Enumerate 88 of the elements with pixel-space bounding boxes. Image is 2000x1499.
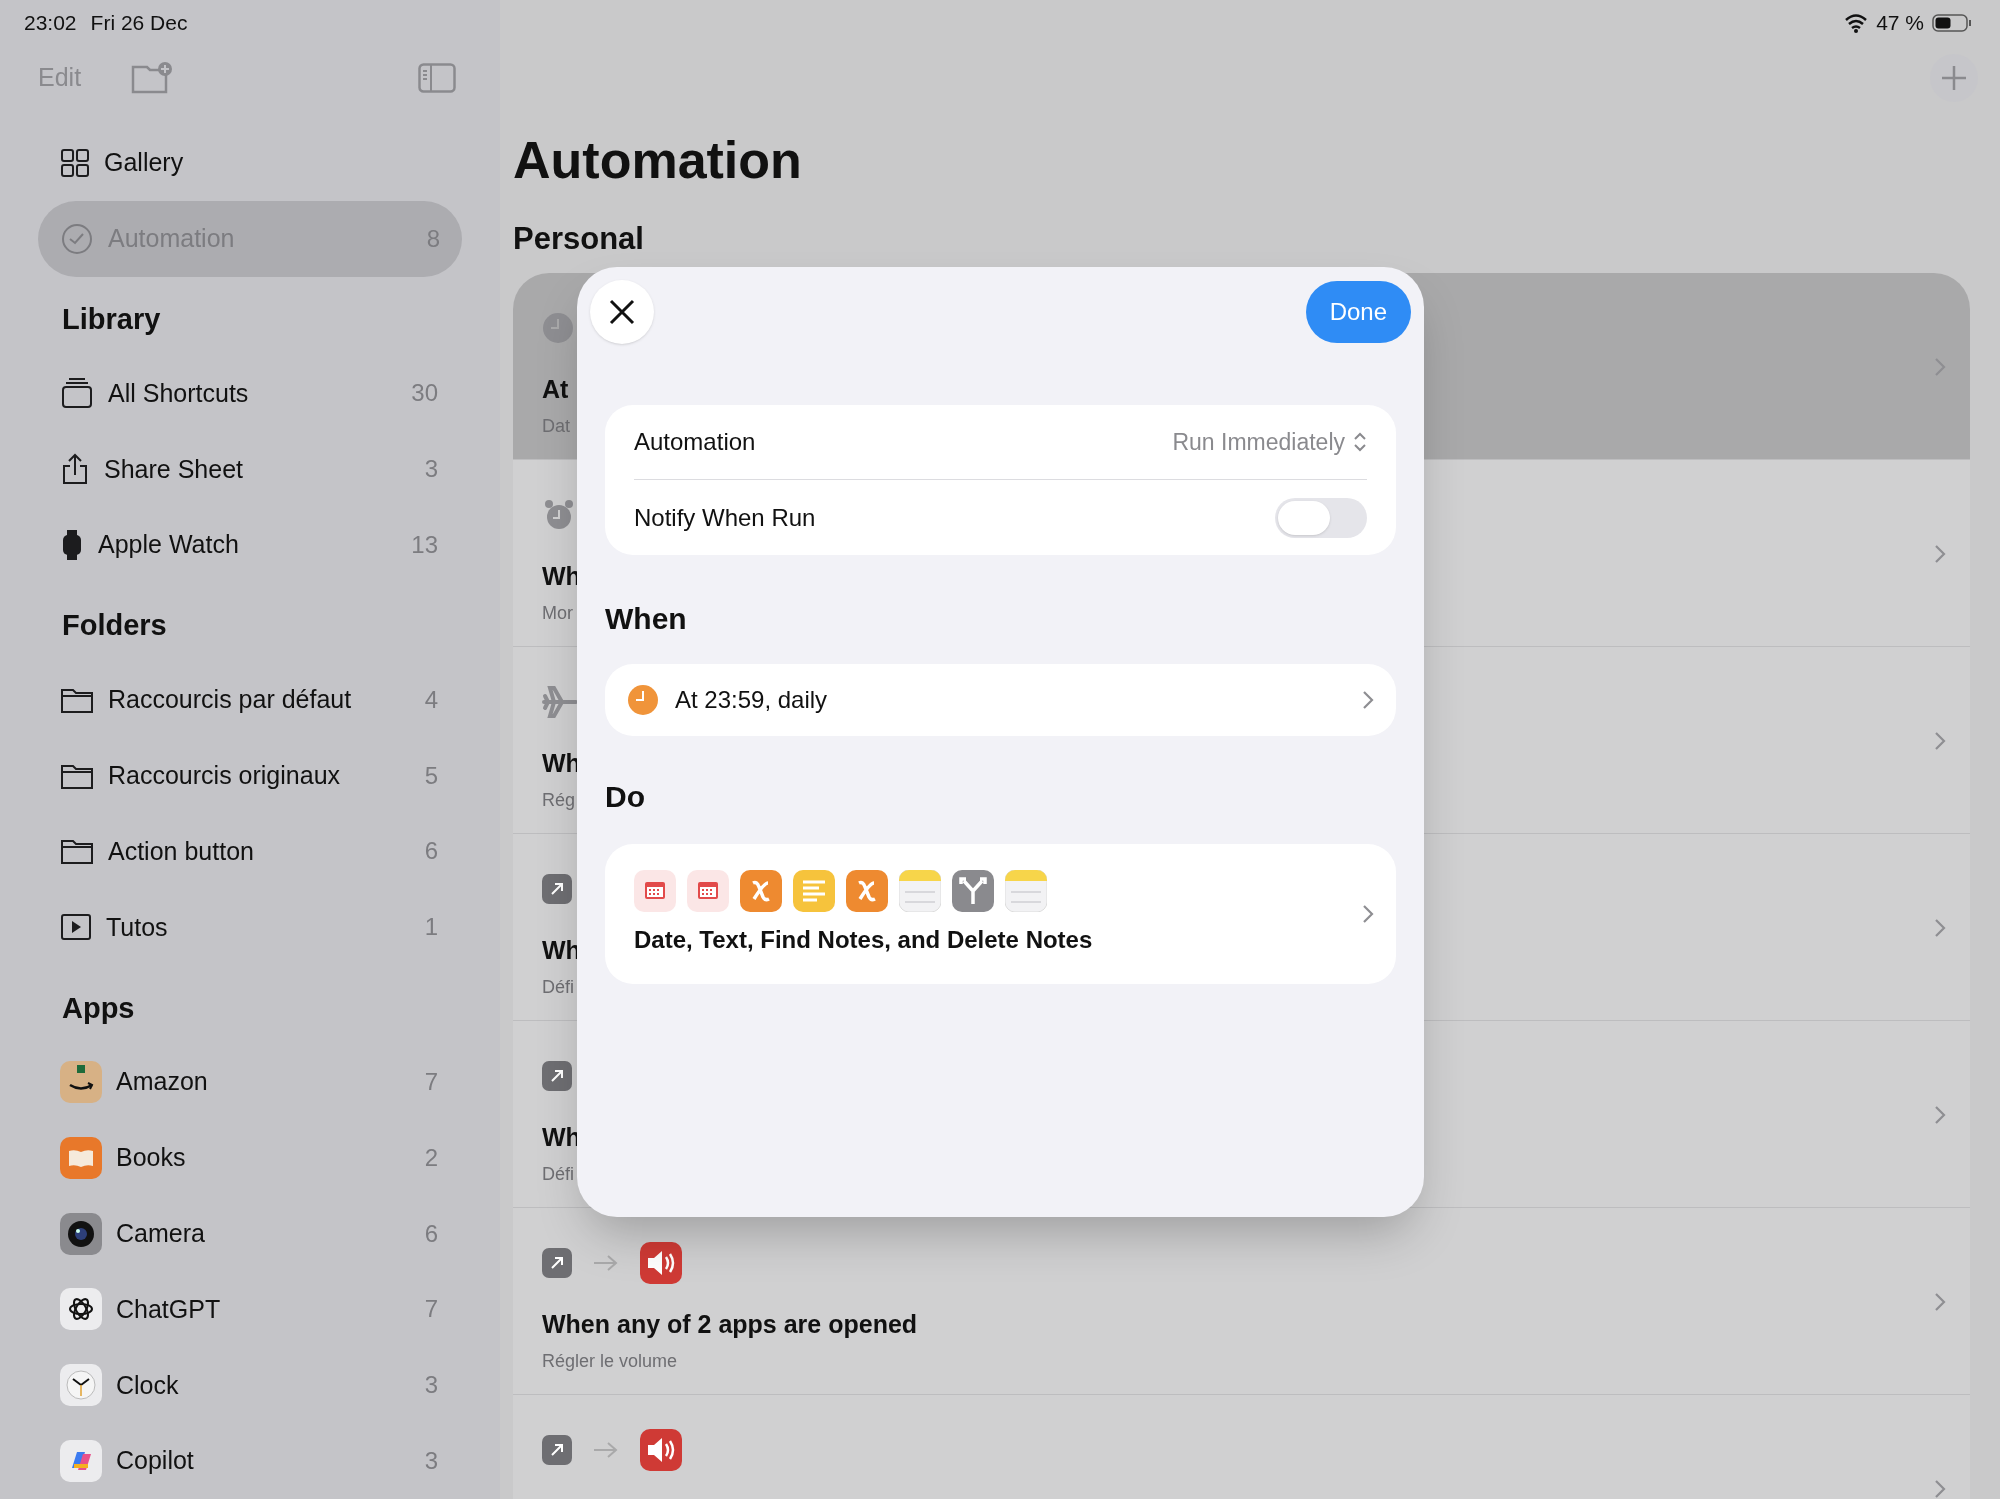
sidebar-item[interactable]: Camera 6 bbox=[0, 1195, 500, 1272]
sidebar-item[interactable]: Tutos 1 bbox=[0, 889, 500, 966]
alarm-clock-icon bbox=[542, 498, 576, 532]
item-count: 4 bbox=[424, 684, 438, 715]
sidebar-toggle-button[interactable] bbox=[418, 62, 456, 93]
chevron-icon bbox=[1934, 357, 1946, 377]
setting-label: Notify When Run bbox=[634, 502, 817, 533]
row-subtitle: Régler le volume bbox=[542, 1349, 678, 1373]
notify-toggle[interactable] bbox=[1275, 497, 1367, 538]
sidebar-item[interactable]: Apple Watch 13 bbox=[0, 507, 500, 584]
section-header: Library bbox=[62, 302, 161, 338]
arrow-square-icon bbox=[542, 1061, 572, 1091]
wifi-icon bbox=[1844, 13, 1869, 33]
section-header: When bbox=[605, 601, 687, 637]
row-subtitle: Défi bbox=[542, 1162, 574, 1186]
item-count: 3 bbox=[424, 1370, 438, 1401]
x-variable-icon bbox=[740, 870, 782, 912]
sidebar-icon bbox=[418, 62, 456, 93]
calendar-icon bbox=[687, 870, 729, 912]
sidebar-item[interactable]: Books 2 bbox=[0, 1119, 500, 1196]
sidebar-item[interactable]: Clock 3 bbox=[0, 1347, 500, 1424]
watch-icon bbox=[60, 528, 84, 563]
section-header: Apps bbox=[62, 990, 135, 1026]
item-count: 7 bbox=[424, 1066, 438, 1097]
item-count: 3 bbox=[424, 1446, 438, 1477]
calendar-icon bbox=[634, 870, 676, 912]
text-lines-icon bbox=[793, 870, 835, 912]
row-subtitle: Dat bbox=[542, 414, 570, 438]
row-subtitle: Rég bbox=[542, 788, 576, 812]
trigger-text: At 23:59, daily bbox=[675, 685, 829, 715]
page-title: Automation bbox=[513, 130, 802, 191]
x-variable-icon bbox=[846, 870, 888, 912]
chevron-icon bbox=[1934, 1105, 1946, 1125]
sidebar-item[interactable]: All Shortcuts 30 bbox=[0, 355, 500, 432]
close-button[interactable] bbox=[590, 280, 654, 344]
actions-card[interactable]: Date, Text, Find Notes, and Delete Notes bbox=[605, 844, 1396, 984]
item-count: 7 bbox=[424, 1294, 438, 1325]
notepad-icon bbox=[899, 870, 941, 912]
trigger-row[interactable]: At 23:59, daily bbox=[605, 664, 1396, 736]
sidebar-item[interactable]: Raccourcis originaux 5 bbox=[0, 737, 500, 814]
actions-summary: Date, Text, Find Notes, and Delete Notes bbox=[634, 925, 1094, 955]
battery-icon bbox=[1932, 13, 1972, 33]
grid-icon bbox=[60, 147, 90, 178]
setting-label: Automation bbox=[634, 427, 757, 457]
chevron-icon bbox=[1934, 731, 1946, 751]
status-time: 23:02 bbox=[24, 10, 77, 37]
clock-icon bbox=[627, 684, 659, 716]
arrow-square-icon bbox=[542, 874, 572, 904]
notepad-icon bbox=[1005, 870, 1047, 912]
item-count: 6 bbox=[424, 1218, 438, 1249]
chevron-icon bbox=[1934, 1292, 1946, 1312]
section-header: Folders bbox=[62, 608, 167, 644]
section-header: Personal bbox=[513, 219, 644, 258]
sidebar-item[interactable]: Amazon 7 bbox=[0, 1044, 500, 1120]
sidebar-item[interactable]: Gallery bbox=[38, 124, 462, 201]
section-header: Do bbox=[605, 779, 645, 815]
item-count: 5 bbox=[424, 760, 438, 791]
up-down-chevron-icon bbox=[1353, 431, 1367, 453]
row-title: When any of 2 apps are opened bbox=[542, 1309, 918, 1340]
airplane-icon bbox=[542, 685, 578, 719]
chevron-icon bbox=[1934, 918, 1946, 938]
item-count: 2 bbox=[424, 1142, 438, 1173]
item-count: 13 bbox=[411, 530, 438, 561]
close-icon bbox=[608, 298, 636, 326]
chevron-icon bbox=[1934, 544, 1946, 564]
item-count: 3 bbox=[424, 454, 438, 485]
plus-icon bbox=[1940, 64, 1968, 92]
sidebar-item[interactable]: Share Sheet 3 bbox=[0, 431, 500, 508]
chevron-icon bbox=[1362, 690, 1374, 710]
battery-level: 47 % bbox=[1876, 10, 1924, 37]
share-icon bbox=[60, 452, 90, 487]
chevron-icon bbox=[1362, 904, 1374, 924]
sidebar-item[interactable]: Raccourcis par défaut 4 bbox=[0, 661, 500, 738]
row-title: At bbox=[542, 374, 569, 405]
row-subtitle: Mor bbox=[542, 601, 573, 625]
row-subtitle: Défi bbox=[542, 975, 574, 999]
clock-icon bbox=[542, 312, 574, 344]
sidebar-item[interactable]: Action button 6 bbox=[0, 813, 500, 890]
chevron-icon bbox=[1934, 1479, 1946, 1499]
item-count: 6 bbox=[424, 836, 438, 867]
clock-check-icon bbox=[60, 221, 94, 256]
item-count: 30 bbox=[411, 378, 438, 409]
item-count: 1 bbox=[424, 912, 438, 943]
sidebar-item[interactable]: ChatGPT 7 bbox=[0, 1271, 500, 1348]
stack-icon bbox=[60, 376, 94, 411]
play-box-icon bbox=[60, 913, 92, 942]
sidebar-item[interactable]: Copilot 3 bbox=[0, 1423, 500, 1499]
status-date: Fri 26 Dec bbox=[90, 10, 188, 37]
